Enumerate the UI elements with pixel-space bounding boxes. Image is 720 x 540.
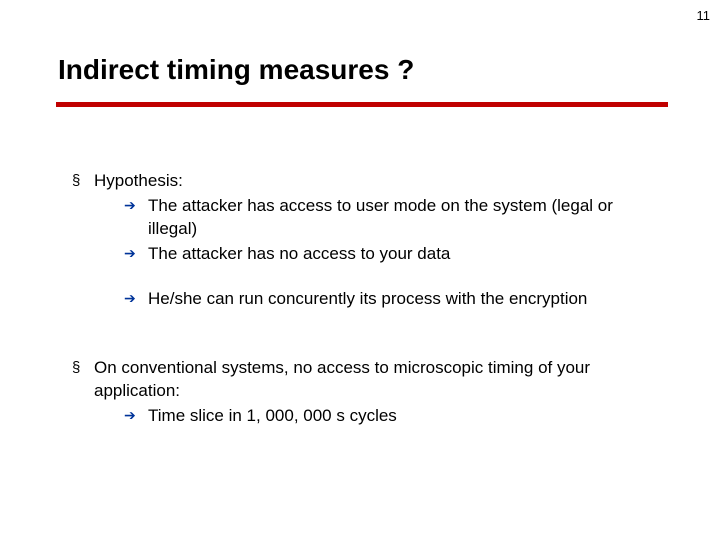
page-number: 11 (697, 8, 711, 23)
arrow-icon: ➔ (124, 195, 148, 217)
arrow-icon: ➔ (124, 243, 148, 265)
sub-bullet-text: Time slice in 1, 000, 000 s cycles (148, 405, 662, 428)
sub-bullet-text: The attacker has no access to your data (148, 243, 662, 266)
title-underline (56, 102, 668, 107)
content-area: § Hypothesis: ➔ The attacker has access … (72, 170, 662, 430)
square-bullet-icon: § (72, 170, 94, 193)
bullet-item: § On conventional systems, no access to … (72, 357, 662, 428)
arrow-icon: ➔ (124, 405, 148, 427)
bullet-item: § Hypothesis: ➔ The attacker has access … (72, 170, 662, 311)
square-bullet-icon: § (72, 357, 94, 380)
sub-bullet-item: ➔ He/she can run concurently its process… (124, 288, 662, 311)
bullet-text: Hypothesis: (94, 170, 662, 193)
slide-title: Indirect timing measures ? (58, 54, 414, 86)
sub-bullet-text: The attacker has access to user mode on … (148, 195, 662, 241)
sub-bullet-text: He/she can run concurently its process w… (148, 288, 662, 311)
sub-bullet-item: ➔ Time slice in 1, 000, 000 s cycles (124, 405, 662, 428)
bullet-text: On conventional systems, no access to mi… (94, 357, 662, 403)
sub-bullet-item: ➔ The attacker has no access to your dat… (124, 243, 662, 266)
arrow-icon: ➔ (124, 288, 148, 310)
sub-bullet-item: ➔ The attacker has access to user mode o… (124, 195, 662, 241)
